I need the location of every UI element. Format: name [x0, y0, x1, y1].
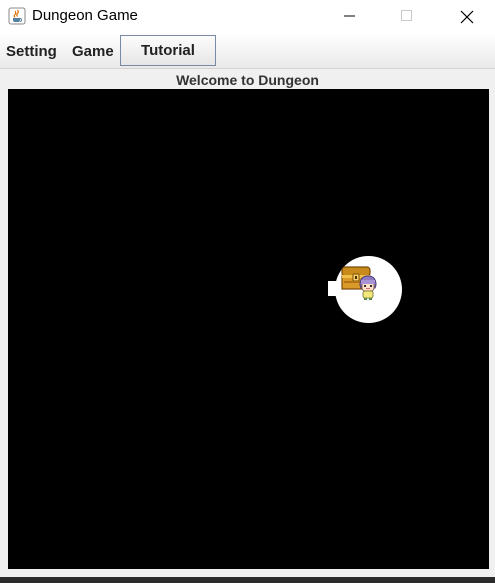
- window-bottom-edge: [0, 577, 495, 583]
- minimize-icon: [344, 15, 355, 17]
- close-button[interactable]: [443, 0, 489, 33]
- menu-bar: Setting Game Tutorial: [0, 33, 495, 69]
- player-character-icon: [357, 275, 379, 301]
- maximize-icon: [401, 10, 412, 21]
- minimize-button[interactable]: [327, 0, 373, 33]
- menu-setting[interactable]: Setting: [6, 33, 57, 68]
- window-title: Dungeon Game: [32, 7, 138, 24]
- title-bar: Dungeon Game: [0, 0, 495, 33]
- maximize-button[interactable]: [384, 0, 430, 33]
- welcome-label: Welcome to Dungeon: [176, 72, 319, 88]
- dungeon-game-canvas[interactable]: [8, 89, 489, 569]
- menu-game[interactable]: Game: [72, 33, 114, 68]
- close-icon: [460, 10, 474, 24]
- java-coffee-icon[interactable]: [8, 7, 26, 25]
- menu-tutorial[interactable]: Tutorial: [120, 35, 216, 66]
